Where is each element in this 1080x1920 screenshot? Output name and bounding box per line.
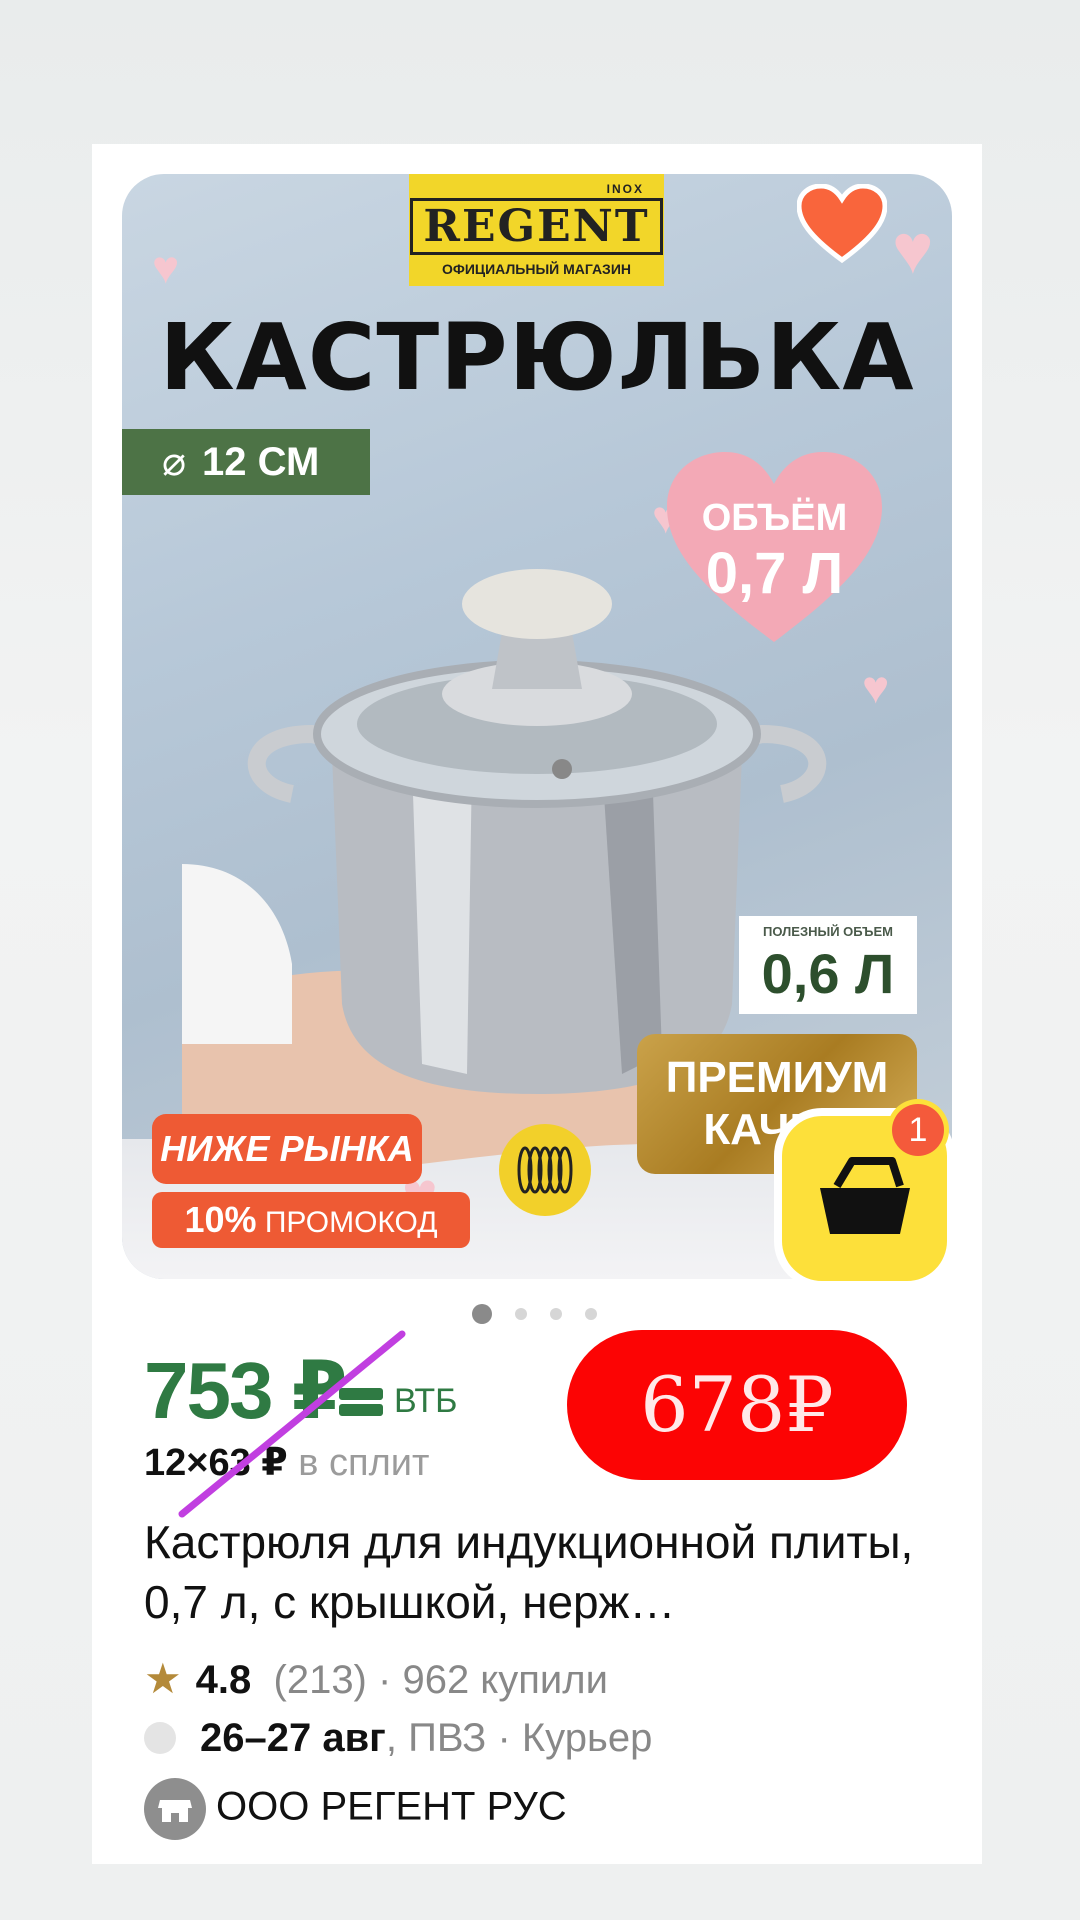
brand-logo: INOX REGENT ОФИЦИАЛЬНЫЙ МАГАЗИН (409, 174, 664, 286)
promo-badge: 10% ПРОМОКОД (152, 1192, 470, 1248)
strikethrough-mark (178, 1330, 406, 1518)
useful-volume-label: ПОЛЕЗНЫЙ ОБЪЕМ (763, 924, 893, 939)
size-label: 12 СМ (202, 440, 320, 484)
carousel-dot-active[interactable] (472, 1304, 492, 1324)
brand-subtitle: ОФИЦИАЛЬНЫЙ МАГАЗИН (441, 261, 631, 277)
delivery-dates: 26–27 авг (200, 1716, 386, 1760)
useful-volume-value: 0,6 Л (761, 942, 895, 1005)
favorite-heart-icon[interactable] (796, 183, 888, 264)
seller-name: ООО РЕГЕНТ РУС (216, 1784, 567, 1829)
delivery-options: , ПВЗ · Курьер (385, 1716, 653, 1760)
carousel-dot[interactable] (550, 1308, 562, 1320)
shop-icon (144, 1778, 206, 1840)
image-headline: КАСТРЮЛЬКА (159, 304, 915, 411)
rating-value: 4.8 (195, 1658, 252, 1702)
induction-coil-icon (499, 1124, 591, 1216)
carousel-indicator (472, 1304, 620, 1325)
brand-name: REGENT (410, 198, 663, 255)
product-card[interactable]: ♥ ♥ ♥ ♥ ♥ INOX REGENT ОФИЦИАЛЬНЫЙ МАГАЗИ… (92, 144, 982, 1864)
seller-row[interactable]: ООО РЕГЕНТ РУС (144, 1778, 567, 1840)
review-count[interactable]: (213) (274, 1658, 367, 1702)
discount-price-sticker: 678₽ (567, 1330, 907, 1480)
carousel-dot[interactable] (515, 1308, 527, 1320)
delivery-status-icon (144, 1722, 176, 1754)
star-icon: ★ (144, 1655, 182, 1702)
below-market-badge: НИЖЕ РЫНКА (152, 1114, 422, 1184)
product-title[interactable]: Кастрюля для индукционной плиты, 0,7 л, … (144, 1512, 944, 1632)
delivery-row: 26–27 авг, ПВЗ · Курьер (144, 1716, 652, 1761)
rating-row: ★ 4.8 (213) · 962 купили (144, 1654, 608, 1703)
promo-text: ПРОМОКОД (264, 1206, 438, 1239)
heart-decoration: ♥ (152, 241, 180, 293)
brand-suffix: INOX (606, 182, 644, 196)
premium-line-1: ПРЕМИУМ (665, 1053, 889, 1102)
carousel-dot[interactable] (585, 1308, 597, 1320)
heart-decoration: ♥ (892, 210, 934, 288)
bought-count: · 962 купили (378, 1658, 608, 1702)
useful-volume-badge: ПОЛЕЗНЫЙ ОБЪЕМ 0,6 Л (739, 916, 917, 1014)
cart-count-badge: 1 (892, 1104, 944, 1156)
product-image[interactable]: ♥ ♥ ♥ ♥ ♥ INOX REGENT ОФИЦИАЛЬНЫЙ МАГАЗИ… (122, 174, 952, 1279)
promo-percent: 10% (184, 1199, 257, 1240)
